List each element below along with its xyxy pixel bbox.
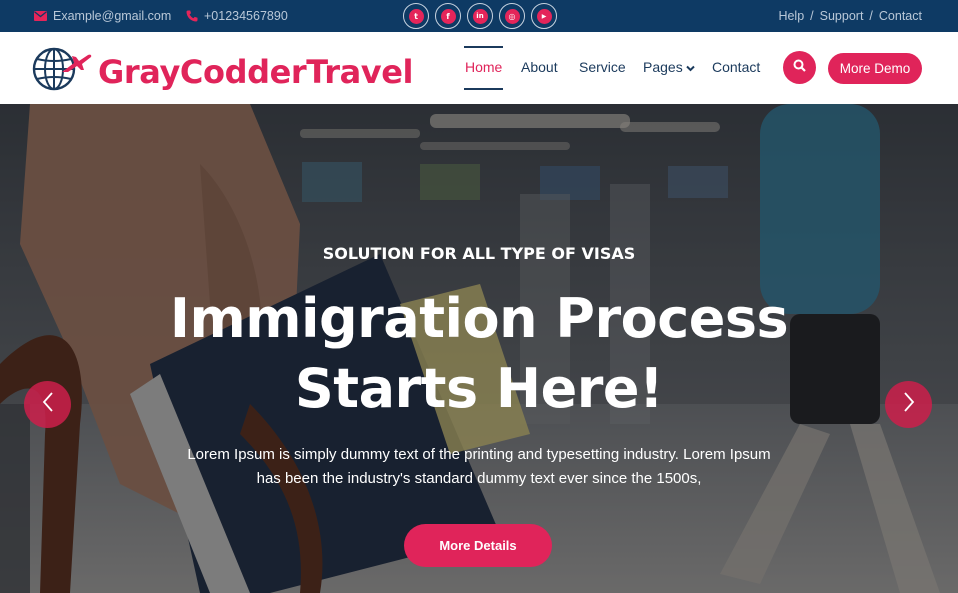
nav-home[interactable]: Home	[465, 59, 502, 75]
phone-contact[interactable]: +01234567890	[186, 0, 288, 32]
hero-description-line-1: Lorem Ipsum is simply dummy text of the …	[187, 446, 771, 463]
main-header: GrayCodderTravel Home About Service Page…	[0, 32, 958, 104]
hero-slider: SOLUTION FOR ALL TYPE OF VISAS Immigrati…	[0, 104, 958, 593]
linkedin-icon[interactable]: in	[467, 3, 493, 29]
logo-text: GrayCodderTravel	[98, 52, 414, 91]
hero-eyebrow: SOLUTION FOR ALL TYPE OF VISAS	[322, 244, 636, 263]
nav-active-indicator-bottom	[464, 88, 503, 90]
contact-link[interactable]: Contact	[879, 9, 922, 23]
nav-service[interactable]: Service	[579, 59, 626, 75]
youtube-icon[interactable]: ▶	[531, 3, 557, 29]
chevron-right-icon	[902, 391, 916, 418]
phone-text: +01234567890	[204, 9, 288, 23]
link-separator: /	[869, 9, 873, 23]
globe-airplane-icon	[32, 45, 94, 98]
envelope-icon	[34, 11, 47, 21]
twitter-icon[interactable]: t	[403, 3, 429, 29]
nav-pages-label: Pages	[643, 59, 683, 75]
email-text: Example@gmail.com	[53, 9, 172, 23]
email-contact[interactable]: Example@gmail.com	[34, 0, 171, 32]
hero-headline-line-1: Immigration Process	[169, 287, 789, 350]
hero-headline-line-2: Starts Here!	[294, 357, 664, 420]
more-demo-button[interactable]: More Demo	[828, 53, 922, 84]
chevron-down-icon	[685, 59, 695, 75]
link-separator: /	[810, 9, 814, 23]
nav-contact[interactable]: Contact	[712, 59, 760, 75]
hero-description: Lorem Ipsum is simply dummy text of the …	[150, 443, 808, 491]
utility-links: Help / Support / Contact	[778, 0, 922, 32]
slider-prev-button[interactable]	[24, 381, 71, 428]
nav-active-indicator-top	[464, 46, 503, 48]
nav-about[interactable]: About	[521, 59, 558, 75]
instagram-icon[interactable]: ◎	[499, 3, 525, 29]
slider-next-button[interactable]	[885, 381, 932, 428]
nav-pages-dropdown[interactable]: Pages	[643, 59, 695, 75]
hero-headline: Immigration Process Starts Here!	[0, 284, 958, 424]
search-button[interactable]	[783, 51, 816, 84]
social-links: t f in ◎ ▶	[403, 3, 557, 29]
support-link[interactable]: Support	[820, 9, 864, 23]
search-icon	[793, 59, 806, 77]
chevron-left-icon	[41, 391, 55, 418]
site-logo[interactable]: GrayCodderTravel	[32, 45, 414, 98]
help-link[interactable]: Help	[778, 9, 804, 23]
facebook-icon[interactable]: f	[435, 3, 461, 29]
more-details-button[interactable]: More Details	[404, 524, 552, 567]
top-bar: Example@gmail.com +01234567890 t f in ◎ …	[0, 0, 958, 32]
phone-icon	[186, 10, 198, 22]
hero-description-line-2: has been the industry's standard dummy t…	[256, 470, 702, 487]
